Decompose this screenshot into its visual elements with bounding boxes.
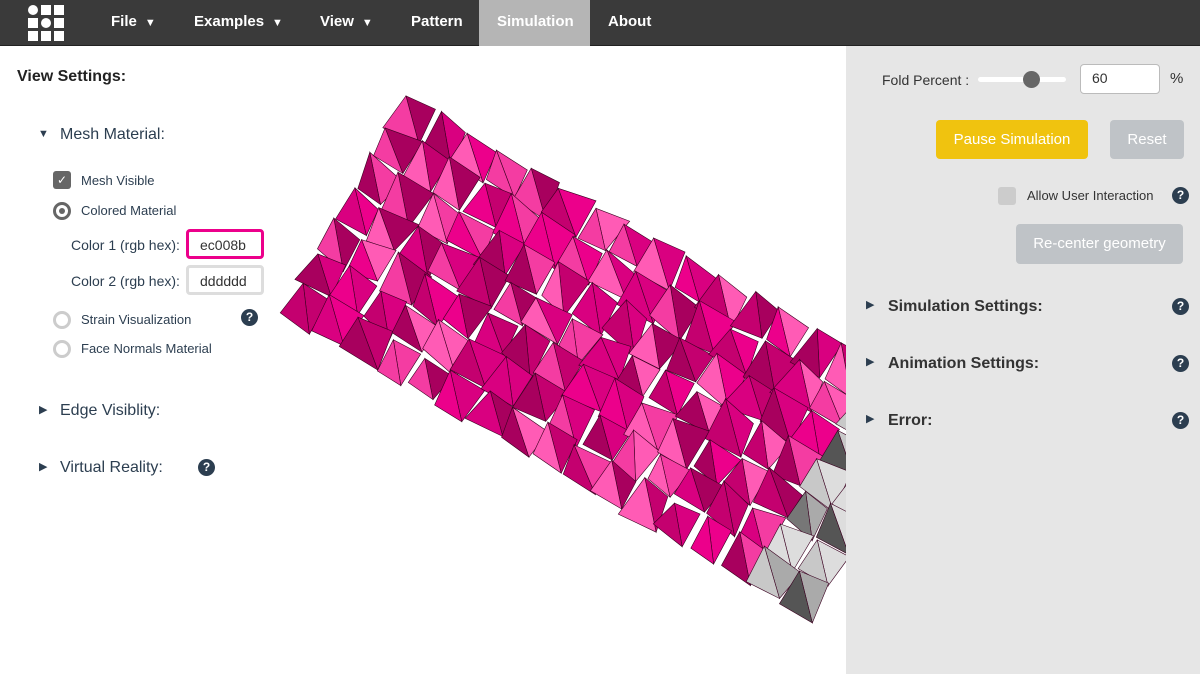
help-icon[interactable]: ? xyxy=(1172,187,1189,204)
color1-label: Color 1 (rgb hex): xyxy=(71,237,180,253)
recenter-geometry-button[interactable]: Re-center geometry xyxy=(1016,224,1183,264)
caret-right-icon[interactable]: ▶ xyxy=(39,460,47,473)
caret-right-icon[interactable]: ▶ xyxy=(39,403,47,416)
colored-material-label: Colored Material xyxy=(81,203,177,218)
caret-right-icon[interactable]: ▶ xyxy=(866,298,874,311)
error-heading[interactable]: Error: xyxy=(888,412,932,430)
face-normals-radio[interactable] xyxy=(53,340,71,358)
fold-percent-label: Fold Percent : xyxy=(882,72,970,88)
mesh-visible-checkbox[interactable]: ✓ xyxy=(53,171,71,189)
view-settings-title: View Settings: xyxy=(17,68,127,85)
mesh-geometry xyxy=(279,95,846,624)
caret-right-icon[interactable]: ▶ xyxy=(866,412,874,425)
fold-percent-input[interactable]: 60 xyxy=(1080,64,1160,94)
color2-input[interactable]: dddddd xyxy=(186,265,264,295)
face-normals-label: Face Normals Material xyxy=(81,341,212,356)
slider-handle[interactable] xyxy=(1022,71,1040,88)
help-icon[interactable]: ? xyxy=(1172,412,1189,429)
strain-visualization-radio[interactable] xyxy=(53,311,71,329)
reset-button[interactable]: Reset xyxy=(1110,120,1184,159)
help-icon[interactable]: ? xyxy=(1172,355,1189,372)
caret-right-icon[interactable]: ▶ xyxy=(866,355,874,368)
help-icon[interactable]: ? xyxy=(1172,298,1189,315)
help-icon[interactable]: ? xyxy=(198,459,215,476)
fold-percent-slider[interactable] xyxy=(978,71,1066,88)
percent-sign: % xyxy=(1170,70,1184,87)
caret-down-icon[interactable]: ▼ xyxy=(38,128,49,140)
strain-visualization-label: Strain Visualization xyxy=(81,312,192,327)
origami-mesh-viewport[interactable] xyxy=(0,0,846,674)
animation-settings-heading[interactable]: Animation Settings: xyxy=(888,355,1039,373)
virtual-reality-heading[interactable]: Virtual Reality: xyxy=(60,459,163,477)
allow-interaction-label: Allow User Interaction xyxy=(1027,188,1154,203)
color2-label: Color 2 (rgb hex): xyxy=(71,273,180,289)
allow-interaction-checkbox[interactable] xyxy=(998,187,1016,205)
simulation-settings-heading[interactable]: Simulation Settings: xyxy=(888,298,1043,316)
simulation-panel: Fold Percent : 60 % Pause Simulation Res… xyxy=(846,46,1200,674)
mesh-material-heading[interactable]: Mesh Material: xyxy=(60,126,165,144)
colored-material-radio[interactable] xyxy=(53,202,71,220)
edge-visibility-heading[interactable]: Edge Visiblity: xyxy=(60,402,160,420)
pause-simulation-button[interactable]: Pause Simulation xyxy=(936,120,1088,159)
mesh-visible-label: Mesh Visible xyxy=(81,173,155,188)
color1-input[interactable]: ec008b xyxy=(186,229,264,259)
help-icon[interactable]: ? xyxy=(241,309,258,326)
